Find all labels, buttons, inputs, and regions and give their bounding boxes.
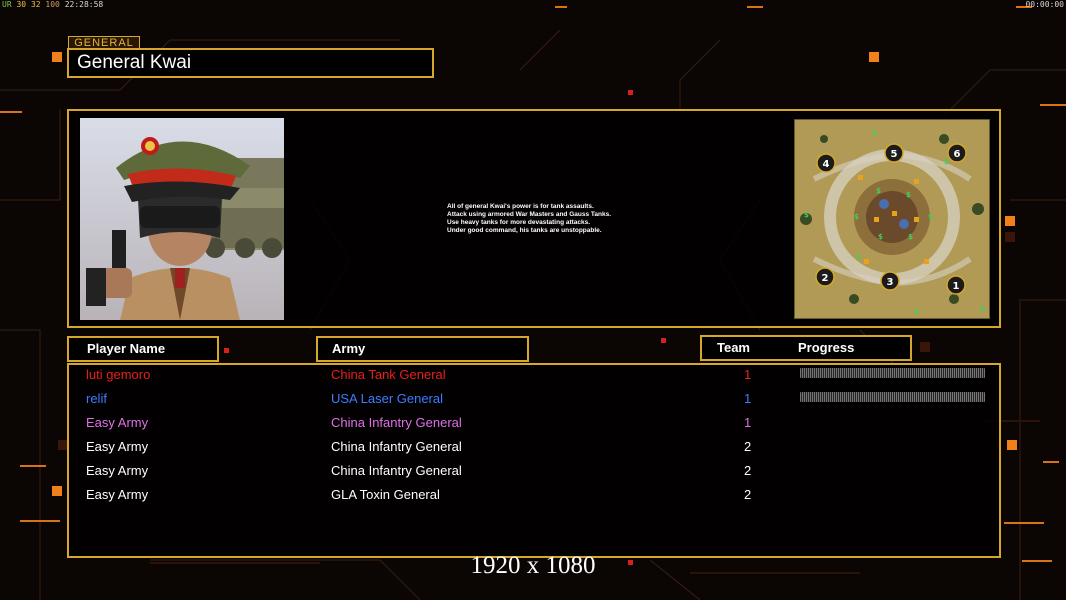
player-row: relif USA Laser General 1 (67, 389, 1001, 413)
column-header-team: Team (717, 340, 750, 355)
column-header-army: Army (316, 336, 529, 362)
fps-max: 32 (30, 0, 41, 9)
player-name: relif (86, 391, 107, 406)
player-name: Easy Army (86, 439, 149, 454)
svg-text:$: $ (876, 187, 881, 195)
player-team: 2 (744, 439, 752, 454)
resolution-watermark: 1920 x 1080 (470, 552, 596, 579)
general-name: General Kwai (67, 48, 434, 78)
player-army: China Tank General (331, 367, 446, 382)
svg-text:$: $ (908, 233, 913, 241)
game-clock: 00:00:00 (1025, 0, 1064, 9)
player-name: Easy Army (86, 463, 149, 478)
loading-progress-bar (800, 368, 985, 378)
start-position-5: 5 (891, 149, 898, 160)
general-description: All of general Kwai's power is for tank … (447, 203, 707, 235)
description-line: All of general Kwai's power is for tank … (447, 203, 594, 210)
player-row: Easy Army GLA Toxin General 2 (67, 485, 1001, 509)
system-time: 22:28:58 (64, 0, 104, 9)
svg-text:$: $ (854, 213, 859, 221)
player-team: 2 (744, 487, 752, 502)
description-line: Attack using armored War Masters and Gau… (447, 211, 611, 218)
player-name: Easy Army (86, 415, 149, 430)
start-position-1: 1 (953, 281, 960, 292)
svg-text:$: $ (944, 158, 949, 166)
description-line: Under good command, his tanks are unstop… (447, 227, 602, 234)
fps-counter: UR 30 32 100 22:28:58 (2, 0, 103, 9)
start-position-4: 4 (823, 159, 830, 170)
player-army: China Infantry General (331, 439, 462, 454)
start-position-2: 2 (822, 273, 829, 284)
player-team: 1 (744, 367, 752, 382)
start-position-6: 6 (954, 149, 961, 160)
start-position-3: 3 (887, 277, 894, 288)
svg-text:$: $ (878, 233, 883, 241)
player-row: Easy Army China Infantry General 2 (67, 437, 1001, 461)
player-name: luti gemoro (86, 367, 151, 382)
player-row: Easy Army China Infantry General 1 (67, 413, 1001, 437)
player-row: luti gemoro China Tank General 1 (67, 365, 1001, 389)
loading-progress-bar (800, 392, 985, 402)
player-army: China Infantry General (331, 463, 462, 478)
player-row: Easy Army China Infantry General 2 (67, 461, 1001, 485)
player-name: Easy Army (86, 487, 149, 502)
player-army: China Infantry General (331, 415, 462, 430)
svg-text:$: $ (872, 129, 877, 137)
map-preview: $ $ $ $ $ $ $ $ $ $ $ $ 1 2 3 4 5 6 (794, 119, 990, 319)
player-team: 2 (744, 463, 752, 478)
svg-text:$: $ (906, 191, 911, 199)
general-portrait (80, 118, 284, 320)
svg-text:$: $ (928, 213, 933, 221)
fps-value: 30 (16, 0, 27, 9)
svg-text:$: $ (980, 305, 985, 313)
column-header-player-name: Player Name (67, 336, 219, 362)
player-team: 1 (744, 391, 752, 406)
player-army: GLA Toxin General (331, 487, 440, 502)
fps-label: UR (2, 0, 12, 9)
svg-text:$: $ (804, 211, 809, 219)
player-army: USA Laser General (331, 391, 444, 406)
column-header-progress: Progress (798, 340, 855, 355)
fps-limit: 100 (45, 0, 60, 9)
description-line: Use heavy tanks for more devastating att… (447, 219, 591, 226)
column-header-team-progress: Team Progress (700, 335, 912, 361)
player-team: 1 (744, 415, 752, 430)
svg-text:$: $ (914, 308, 919, 316)
svg-text:$: $ (856, 253, 861, 261)
